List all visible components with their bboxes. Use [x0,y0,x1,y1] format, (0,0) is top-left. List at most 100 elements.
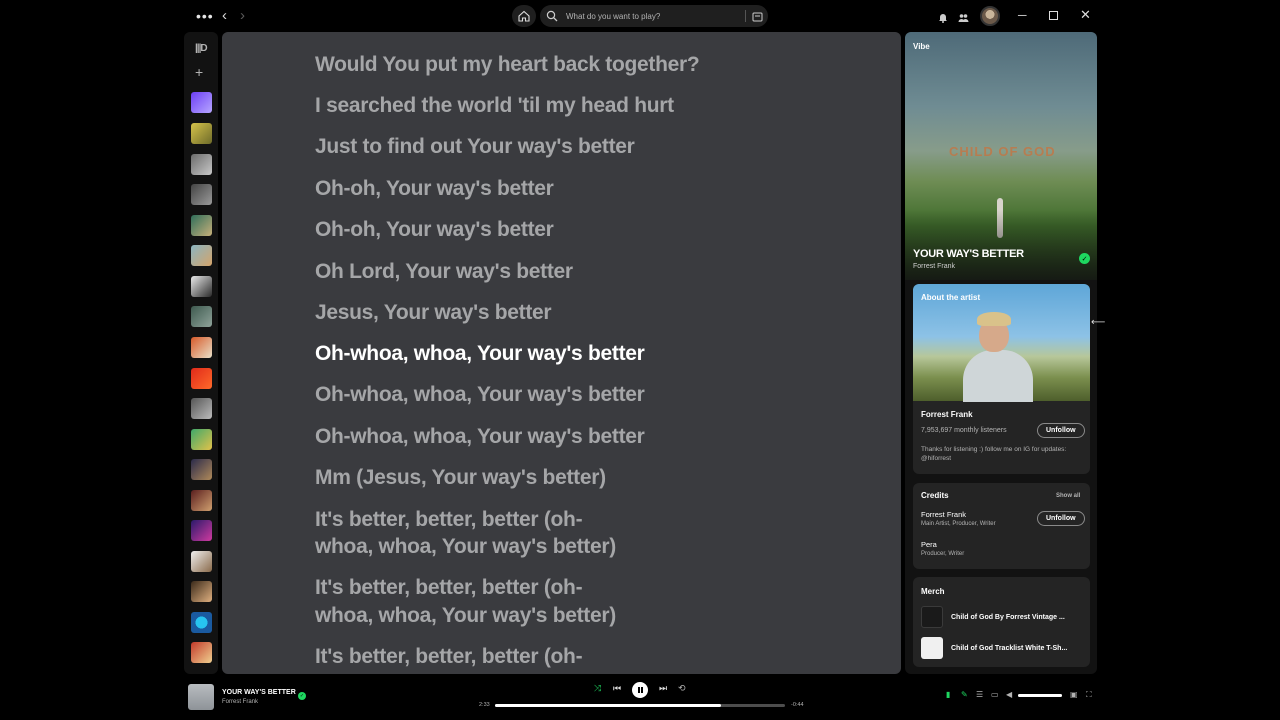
fullscreen-icon[interactable]: ⛶ [1086,690,1092,700]
section-label: Vibe [913,42,930,51]
friends-icon[interactable] [958,10,969,28]
unfollow-button[interactable]: Unfollow [1037,423,1085,438]
resize-cursor-icon[interactable]: ⟵ [1091,317,1105,328]
top-bar: ••• ‹ › What do you want to play? ─ ✕ [0,0,1280,32]
playlist-thumbnail[interactable] [191,215,212,236]
lyric-line[interactable]: It's better, better, better (oh- [315,643,583,670]
playlist-thumbnail[interactable] [191,123,212,144]
lyric-line[interactable]: whoa, whoa, Your way's better) [315,602,616,629]
artist-name[interactable]: Forrest Frank [921,410,973,419]
menu-dots-icon[interactable]: ••• [196,8,214,24]
user-avatar[interactable] [980,6,1000,26]
lyric-line[interactable]: Jesus, Your way's better [315,299,552,326]
library-icon[interactable]: |||D [195,43,208,54]
credit-name[interactable]: Pera [921,540,937,549]
search-input[interactable]: What do you want to play? [566,12,745,21]
playlist-thumbnail[interactable] [191,368,212,389]
playlist-thumbnail[interactable] [191,429,212,450]
lyric-line[interactable]: I searched the world 'til my head hurt [315,92,674,119]
home-icon [518,10,530,22]
lyrics-icon[interactable]: ✎ [961,690,968,699]
elapsed-time: 2:33 [479,702,490,708]
saved-check-icon[interactable]: ✓ [1079,253,1090,264]
now-playing-thumbnail[interactable] [188,684,214,710]
playlist-thumbnail[interactable] [191,398,212,419]
playlist-thumbnail[interactable] [191,490,212,511]
home-button[interactable] [512,5,536,27]
playlist-thumbnail[interactable] [191,581,212,602]
progress-bar[interactable] [495,704,785,707]
create-plus-icon[interactable]: + [195,64,203,80]
saved-check-icon[interactable]: ✓ [298,692,306,700]
liked-songs-thumbnail[interactable] [191,92,212,113]
playlist-thumbnail[interactable] [191,337,212,358]
playlist-thumbnail[interactable] [191,184,212,205]
monthly-listeners: 7,953,697 monthly listeners [921,427,1007,434]
playlist-thumbnail[interactable] [191,551,212,572]
lyric-line[interactable]: Oh Lord, Your way's better [315,258,573,285]
merch-item[interactable]: Child of God By Forrest Vintage ... [951,614,1065,621]
show-all-link[interactable]: Show all [1056,493,1080,499]
volume-icon[interactable]: ◀ [1006,690,1012,699]
library-sidebar: |||D + [184,32,218,674]
minimize-icon[interactable]: ─ [1018,8,1027,22]
song-artist[interactable]: Forrest Frank [913,263,955,270]
unfollow-button[interactable]: Unfollow [1037,511,1085,526]
search-icon [546,10,558,22]
lyric-line[interactable]: Just to find out Your way's better [315,133,635,160]
volume-slider[interactable] [1018,694,1062,697]
lyric-line-active[interactable]: Oh-whoa, whoa, Your way's better [315,340,645,367]
pause-button[interactable] [632,682,648,698]
merch-item[interactable]: Child of God Tracklist White T-Sh... [951,645,1067,652]
search-bar[interactable]: What do you want to play? [540,5,768,27]
forward-arrow-icon[interactable]: › [240,7,245,24]
now-playing-title[interactable]: YOUR WAY'S BETTER [222,689,296,696]
artist-photo-hair [977,312,1011,326]
playlist-thumbnail[interactable] [191,245,212,266]
now-playing-artist[interactable]: Forrest Frank [222,699,258,705]
credit-name[interactable]: Forrest Frank [921,510,966,519]
credit-role: Main Artist, Producer, Writer [921,521,996,527]
song-title[interactable]: YOUR WAY'S BETTER [913,248,1024,260]
maximize-icon[interactable] [1049,11,1058,20]
miniplayer-icon[interactable]: ▣ [1070,690,1078,699]
credits-title: Credits [921,491,949,500]
bell-icon[interactable] [938,10,948,28]
now-playing-view-icon[interactable]: ▮ [946,690,950,699]
lyric-line[interactable]: It's better, better, better (oh- [315,506,583,533]
merch-title: Merch [921,587,945,596]
lyric-line[interactable]: whoa, whoa, Your way's better) [315,533,616,560]
playlist-thumbnail[interactable] [191,459,212,480]
lyric-line[interactable]: Oh-whoa, whoa, Your way's better [315,381,645,408]
playlist-thumbnail[interactable] [191,154,212,175]
credit-role: Producer, Writer [921,551,965,557]
lyric-line[interactable]: Mm (Jesus, Your way's better) [315,464,606,491]
shuffle-icon[interactable]: ⤨ [594,683,601,694]
back-arrow-icon[interactable]: ‹ [222,7,227,24]
playlist-thumbnail[interactable] [191,520,212,541]
album-art-text: CHILD OF GOD [949,144,1056,159]
about-artist-card[interactable]: About the artist Forrest Frank 7,953,697… [913,284,1090,474]
playlist-thumbnail[interactable] [191,612,212,633]
playlist-thumbnail[interactable] [191,306,212,327]
browse-icon[interactable] [746,11,768,22]
lyric-line[interactable]: Oh-oh, Your way's better [315,175,554,202]
queue-icon[interactable]: ☰ [976,690,983,699]
merch-thumbnail[interactable] [921,606,943,628]
lyric-line[interactable]: Oh-oh, Your way's better [315,216,554,243]
playlist-thumbnail[interactable] [191,642,212,663]
artist-photo-body [963,350,1033,402]
volume-fill [1018,694,1062,697]
close-icon[interactable]: ✕ [1080,7,1091,23]
previous-icon[interactable]: ⏮ [613,683,621,694]
merch-thumbnail[interactable] [921,637,943,659]
artist-bio: Thanks for listening :) follow me on IG … [921,446,1067,462]
lyric-line[interactable]: Oh-whoa, whoa, Your way's better [315,423,645,450]
next-icon[interactable]: ⏭ [659,683,667,694]
repeat-icon[interactable]: ⟲ [678,683,686,694]
lyric-line[interactable]: Would You put my heart back together? [315,51,700,78]
connect-device-icon[interactable]: ▭ [991,690,999,699]
playlist-thumbnail[interactable] [191,276,212,297]
lyric-line[interactable]: It's better, better, better (oh- [315,574,583,601]
now-playing-view: Vibe CHILD OF GOD YOUR WAY'S BETTER Forr… [905,32,1097,674]
